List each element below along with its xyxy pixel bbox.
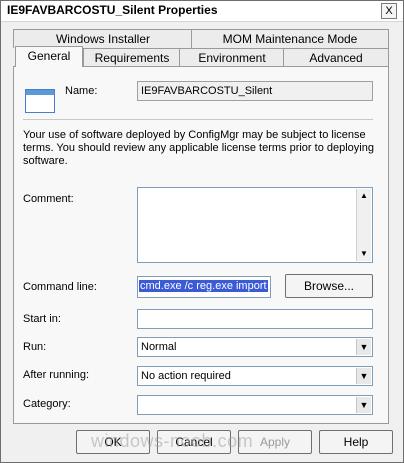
name-label: Name:	[65, 85, 98, 97]
command-line-label: Command line:	[23, 281, 97, 293]
browse-button[interactable]: Browse...	[285, 274, 373, 298]
run-label: Run:	[23, 341, 47, 353]
command-line-input[interactable]: cmd.exe /c reg.exe import	[137, 276, 271, 298]
run-select[interactable]: Normal ▼	[137, 337, 373, 357]
command-line-value: cmd.exe /c reg.exe import	[139, 280, 268, 292]
chevron-down-icon[interactable]: ▼	[356, 397, 371, 413]
scroll-down-icon[interactable]: ▼	[357, 247, 371, 261]
name-value: IE9FAVBARCOSTU_Silent	[141, 85, 273, 97]
name-field: IE9FAVBARCOSTU_Silent	[137, 81, 373, 101]
comment-textarea[interactable]: ▲ ▼	[137, 187, 373, 263]
run-value: Normal	[141, 341, 177, 353]
start-in-label: Start in:	[23, 313, 61, 325]
scroll-up-icon[interactable]: ▲	[357, 189, 371, 203]
program-icon	[25, 89, 55, 113]
category-select[interactable]: ▼	[137, 395, 373, 415]
start-in-input[interactable]	[137, 309, 373, 329]
watermark: windows-noob.com	[91, 431, 254, 451]
help-button[interactable]: Help	[319, 430, 393, 454]
properties-dialog: IE9FAVBARCOSTU_Silent Properties X Windo…	[0, 0, 404, 463]
separator	[23, 119, 373, 120]
comment-scrollbar[interactable]: ▲ ▼	[356, 189, 371, 261]
after-running-select[interactable]: No action required ▼	[137, 366, 373, 386]
comment-label: Comment:	[23, 193, 74, 205]
chevron-down-icon[interactable]: ▼	[356, 339, 371, 355]
category-label: Category:	[23, 398, 71, 410]
license-notice: Your use of software deployed by ConfigM…	[23, 129, 374, 167]
chevron-down-icon[interactable]: ▼	[356, 368, 371, 384]
after-running-label: After running:	[23, 369, 90, 381]
after-running-value: No action required	[141, 370, 231, 382]
